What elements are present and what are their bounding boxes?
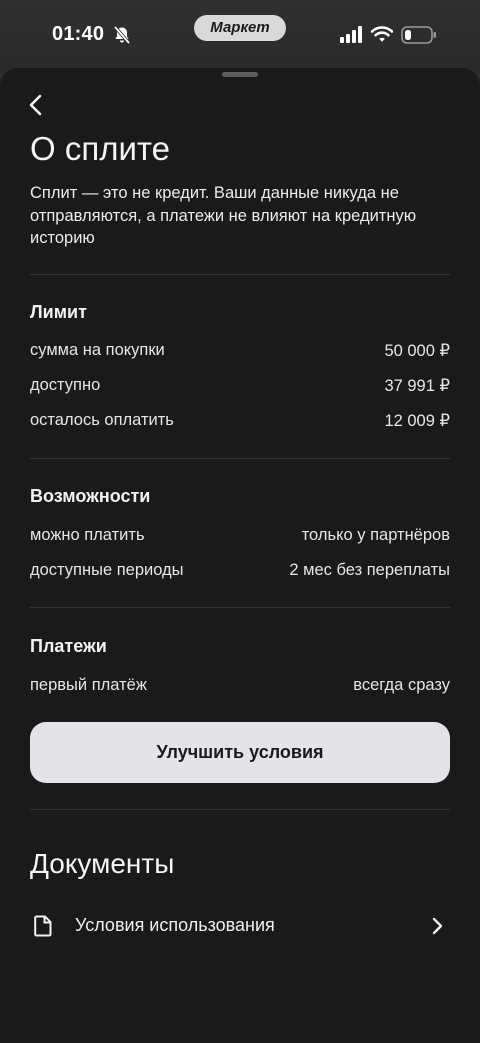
page-title: О сплите (30, 130, 170, 167)
limit-row-remaining: осталось оплатить 12 009 ₽ (30, 411, 450, 435)
row-label: доступно (30, 376, 101, 394)
document-item-terms-of-use[interactable]: Условия использования (30, 910, 450, 942)
limit-section-title: Лимит (30, 302, 87, 322)
row-value: всегда сразу (353, 676, 450, 694)
intro-text: Сплит — это не кредит. Ваши данные никуд… (30, 184, 417, 247)
documents-section-title: Документы (30, 848, 175, 879)
row-value: 50 000 ₽ (384, 342, 450, 360)
row-value: 12 009 ₽ (384, 412, 450, 430)
row-label: осталось оплатить (30, 411, 174, 429)
divider (30, 274, 450, 275)
document-icon (34, 915, 52, 937)
row-label: сумма на покупки (30, 341, 165, 359)
bell-muted-icon (113, 25, 131, 45)
row-label: первый платёж (30, 676, 147, 694)
divider (30, 607, 450, 608)
sheet-grabber[interactable] (222, 72, 258, 77)
features-row-where: можно платить только у партнёров (30, 526, 450, 550)
improve-terms-button[interactable]: Улучшить условия (30, 722, 450, 783)
features-row-periods: доступные периоды 2 мес без переплаты (30, 561, 450, 585)
payments-section-title: Платежи (30, 636, 107, 656)
document-label: Условия использования (75, 915, 275, 935)
battery-icon (401, 26, 436, 44)
wifi-icon (371, 26, 393, 42)
split-info-sheet: О сплите Сплит — это не кредит. Ваши дан… (0, 68, 480, 1043)
row-value: только у партнёров (301, 526, 450, 544)
cellular-signal-icon (340, 26, 362, 43)
market-app-pill[interactable]: Маркет (194, 15, 286, 41)
row-value: 37 991 ₽ (384, 377, 450, 395)
limit-row-available: доступно 37 991 ₽ (30, 376, 450, 400)
row-label: доступные периоды (30, 561, 184, 579)
limit-row-purchase-amount: сумма на покупки 50 000 ₽ (30, 341, 450, 365)
chevron-right-icon (432, 917, 443, 935)
features-section-title: Возможности (30, 486, 151, 506)
row-label: можно платить (30, 526, 145, 544)
payments-row-first-payment: первый платёж всегда сразу (30, 676, 450, 700)
divider (30, 458, 450, 459)
status-bar: 01:40 Маркет (0, 0, 480, 70)
back-arrow-icon[interactable] (24, 90, 50, 120)
row-value: 2 мес без переплаты (289, 561, 450, 579)
divider (30, 809, 450, 810)
status-time: 01:40 (52, 23, 105, 45)
